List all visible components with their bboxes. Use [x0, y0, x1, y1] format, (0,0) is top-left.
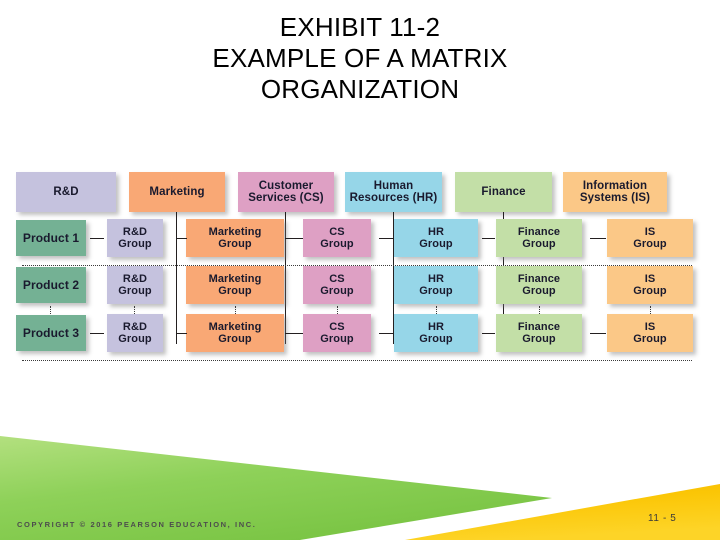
product-node-1: Product 1 [16, 220, 86, 256]
page-title: EXHIBIT 11-2 EXAMPLE OF A MATRIX ORGANIZ… [0, 12, 720, 105]
trunk-line-marketing [176, 212, 177, 344]
function-header-customer-services: Customer Services (CS) [238, 172, 334, 212]
group-node-row3-is: IS Group [607, 314, 693, 352]
group-node-row1-marketing: Marketing Group [186, 219, 284, 257]
group-node-row3-hr: HR Group [394, 314, 478, 352]
connector-row1-product-rnd [90, 238, 104, 239]
matrix-organization-diagram: R&D Marketing Customer Services (CS) Hum… [0, 160, 720, 375]
group-node-row2-cs: CS Group [303, 266, 371, 304]
connector-row1-marketing [176, 238, 187, 239]
connector-row1-hr [379, 238, 394, 239]
group-node-row2-is: IS Group [607, 266, 693, 304]
group-node-row2-hr: HR Group [394, 266, 478, 304]
group-node-row2-finance: Finance Group [496, 266, 582, 304]
trunk-line-customer-services [285, 212, 286, 344]
title-line-3: ORGANIZATION [260, 74, 460, 104]
group-node-row1-finance: Finance Group [496, 219, 582, 257]
connector-row1-finance [482, 238, 495, 239]
group-node-row1-rnd: R&D Group [107, 219, 163, 257]
slide-number: 11 - 5 [648, 513, 677, 524]
connector-row3-is [590, 333, 606, 334]
group-node-row1-is: IS Group [607, 219, 693, 257]
function-header-human-resources: Human Resources (HR) [345, 172, 442, 212]
group-node-row2-marketing: Marketing Group [186, 266, 284, 304]
connector-row3-marketing [176, 333, 187, 334]
function-header-marketing: Marketing [129, 172, 225, 212]
group-node-row3-rnd: R&D Group [107, 314, 163, 352]
connector-row3-hr [379, 333, 394, 334]
connector-row1-is [590, 238, 606, 239]
row-separator-3 [22, 360, 692, 361]
function-header-rnd: R&D [16, 172, 116, 212]
connector-row1-cs [285, 238, 303, 239]
copyright-notice: COPYRIGHT © 2016 PEARSON EDUCATION, INC. [17, 520, 257, 529]
group-node-row2-rnd: R&D Group [107, 266, 163, 304]
group-node-row3-cs: CS Group [303, 314, 371, 352]
function-header-information-systems: Information Systems (IS) [563, 172, 667, 212]
group-node-row3-finance: Finance Group [496, 314, 582, 352]
product-node-3: Product 3 [16, 315, 86, 351]
title-line-1: EXHIBIT 11-2 [279, 12, 441, 42]
connector-row3-cs [285, 333, 303, 334]
connector-row3-finance [482, 333, 495, 334]
function-header-finance: Finance [455, 172, 552, 212]
group-node-row3-marketing: Marketing Group [186, 314, 284, 352]
group-node-row1-cs: CS Group [303, 219, 371, 257]
group-node-row1-hr: HR Group [394, 219, 478, 257]
connector-row3-product-rnd [90, 333, 104, 334]
title-line-2: EXAMPLE OF A MATRIX [212, 43, 508, 73]
product-node-2: Product 2 [16, 267, 86, 303]
